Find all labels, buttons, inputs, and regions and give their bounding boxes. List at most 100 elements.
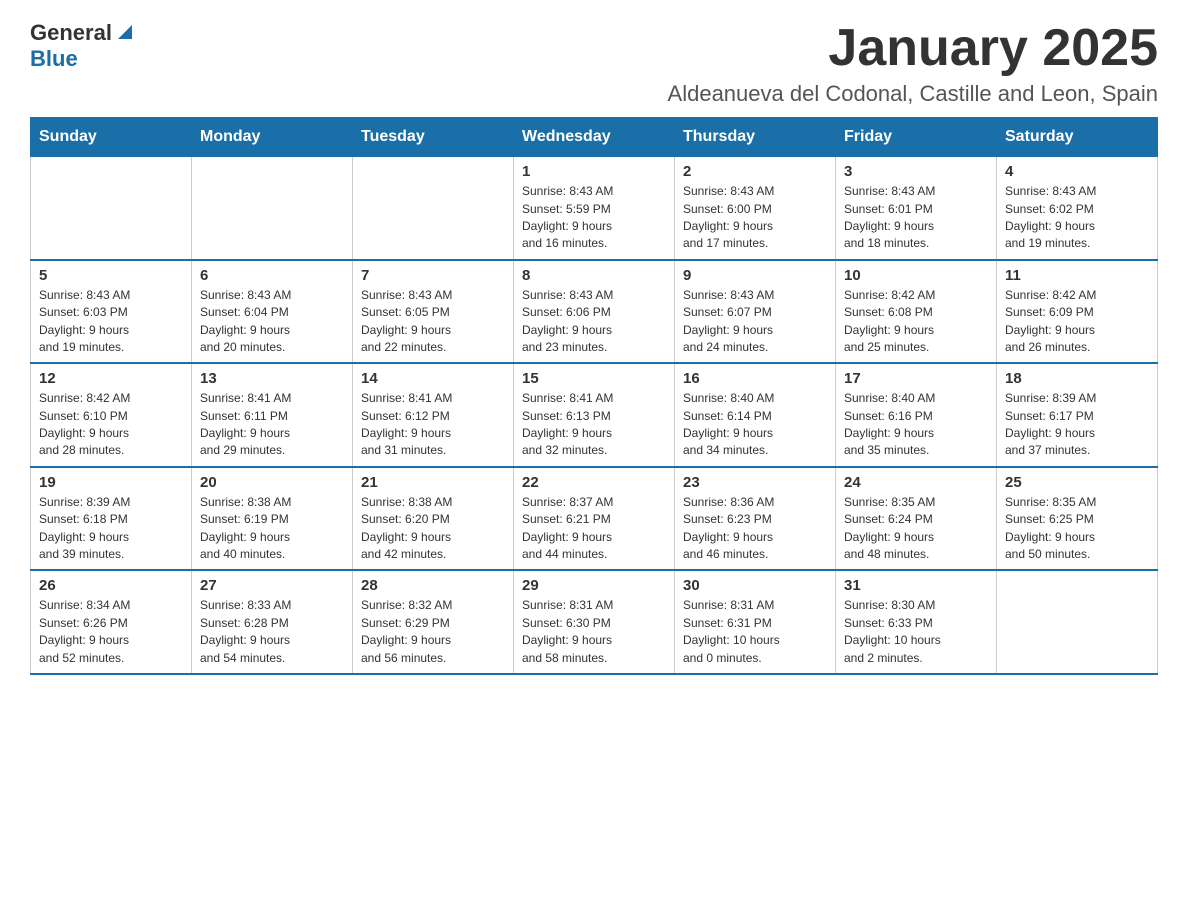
day-number: 4 <box>1005 163 1149 180</box>
calendar-cell: 5 Sunrise: 8:43 AM Sunset: 6:03 PM Daylig… <box>31 260 192 364</box>
day-info: Sunrise: 8:43 AM Sunset: 6:02 PM Dayligh… <box>1005 183 1149 253</box>
day-of-week-friday: Friday <box>836 118 997 157</box>
day-number: 30 <box>683 577 827 594</box>
day-number: 31 <box>844 577 988 594</box>
calendar-cell: 26Sunrise: 8:34 AM Sunset: 6:26 PM Dayli… <box>31 570 192 674</box>
day-number: 1 <box>522 163 666 180</box>
calendar-cell: 27 Sunrise: 8:33 AM Sunset: 6:28 PM Dayli… <box>192 570 353 674</box>
day-number: 12 <box>39 370 183 387</box>
calendar-table: SundayMondayTuesdayWednesdayThursdayFrid… <box>30 117 1158 675</box>
calendar-cell <box>192 157 353 260</box>
week-row-5: 26Sunrise: 8:34 AM Sunset: 6:26 PM Dayli… <box>31 570 1158 674</box>
day-info: Sunrise: 8:32 AM Sunset: 6:29 PM Dayligh… <box>361 597 505 667</box>
day-of-week-thursday: Thursday <box>675 118 836 157</box>
day-info: Sunrise: 8:43 AM Sunset: 6:06 PM Dayligh… <box>522 287 666 357</box>
day-number: 7 <box>361 267 505 284</box>
calendar-cell: 29 Sunrise: 8:31 AM Sunset: 6:30 PM Dayli… <box>514 570 675 674</box>
week-row-1: 1 Sunrise: 8:43 AM Sunset: 5:59 PM Daylig… <box>31 157 1158 260</box>
day-of-week-tuesday: Tuesday <box>353 118 514 157</box>
day-number: 13 <box>200 370 344 387</box>
calendar-cell: 10Sunrise: 8:42 AM Sunset: 6:08 PM Dayli… <box>836 260 997 364</box>
day-number: 21 <box>361 474 505 491</box>
day-info: Sunrise: 8:43 AM Sunset: 6:04 PM Dayligh… <box>200 287 344 357</box>
calendar-cell: 15 Sunrise: 8:41 AM Sunset: 6:13 PM Dayli… <box>514 363 675 467</box>
day-info: Sunrise: 8:33 AM Sunset: 6:28 PM Dayligh… <box>200 597 344 667</box>
day-info: Sunrise: 8:41 AM Sunset: 6:11 PM Dayligh… <box>200 390 344 460</box>
day-info: Sunrise: 8:35 AM Sunset: 6:24 PM Dayligh… <box>844 494 988 564</box>
day-info: Sunrise: 8:37 AM Sunset: 6:21 PM Dayligh… <box>522 494 666 564</box>
day-info: Sunrise: 8:42 AM Sunset: 6:10 PM Dayligh… <box>39 390 183 460</box>
logo-blue: Blue <box>30 46 78 71</box>
day-number: 9 <box>683 267 827 284</box>
day-number: 22 <box>522 474 666 491</box>
day-info: Sunrise: 8:39 AM Sunset: 6:18 PM Dayligh… <box>39 494 183 564</box>
logo: General Blue <box>30 20 136 72</box>
day-info: Sunrise: 8:42 AM Sunset: 6:08 PM Dayligh… <box>844 287 988 357</box>
logo-general: General <box>30 20 112 46</box>
day-number: 26 <box>39 577 183 594</box>
calendar-cell: 4 Sunrise: 8:43 AM Sunset: 6:02 PM Daylig… <box>997 157 1158 260</box>
calendar-title: January 2025 <box>668 20 1158 77</box>
calendar-cell: 17Sunrise: 8:40 AM Sunset: 6:16 PM Dayli… <box>836 363 997 467</box>
day-number: 16 <box>683 370 827 387</box>
calendar-cell: 1 Sunrise: 8:43 AM Sunset: 5:59 PM Daylig… <box>514 157 675 260</box>
calendar-cell: 13 Sunrise: 8:41 AM Sunset: 6:11 PM Dayli… <box>192 363 353 467</box>
calendar-cell: 22 Sunrise: 8:37 AM Sunset: 6:21 PM Dayli… <box>514 467 675 571</box>
day-info: Sunrise: 8:43 AM Sunset: 6:05 PM Dayligh… <box>361 287 505 357</box>
day-number: 24 <box>844 474 988 491</box>
calendar-body: 1 Sunrise: 8:43 AM Sunset: 5:59 PM Daylig… <box>31 157 1158 674</box>
calendar-cell: 3Sunrise: 8:43 AM Sunset: 6:01 PM Daylig… <box>836 157 997 260</box>
day-number: 18 <box>1005 370 1149 387</box>
calendar-cell: 20 Sunrise: 8:38 AM Sunset: 6:19 PM Dayli… <box>192 467 353 571</box>
calendar-cell: 21Sunrise: 8:38 AM Sunset: 6:20 PM Dayli… <box>353 467 514 571</box>
calendar-header: SundayMondayTuesdayWednesdayThursdayFrid… <box>31 118 1158 157</box>
day-number: 15 <box>522 370 666 387</box>
day-number: 11 <box>1005 267 1149 284</box>
day-number: 2 <box>683 163 827 180</box>
day-info: Sunrise: 8:43 AM Sunset: 6:00 PM Dayligh… <box>683 183 827 253</box>
day-info: Sunrise: 8:42 AM Sunset: 6:09 PM Dayligh… <box>1005 287 1149 357</box>
day-number: 5 <box>39 267 183 284</box>
day-number: 14 <box>361 370 505 387</box>
day-number: 23 <box>683 474 827 491</box>
day-info: Sunrise: 8:43 AM Sunset: 6:03 PM Dayligh… <box>39 287 183 357</box>
day-number: 29 <box>522 577 666 594</box>
week-row-4: 19 Sunrise: 8:39 AM Sunset: 6:18 PM Dayli… <box>31 467 1158 571</box>
calendar-cell <box>353 157 514 260</box>
day-info: Sunrise: 8:41 AM Sunset: 6:13 PM Dayligh… <box>522 390 666 460</box>
day-number: 27 <box>200 577 344 594</box>
day-number: 19 <box>39 474 183 491</box>
day-info: Sunrise: 8:38 AM Sunset: 6:19 PM Dayligh… <box>200 494 344 564</box>
calendar-cell: 19 Sunrise: 8:39 AM Sunset: 6:18 PM Dayli… <box>31 467 192 571</box>
day-number: 3 <box>844 163 988 180</box>
calendar-cell: 2 Sunrise: 8:43 AM Sunset: 6:00 PM Daylig… <box>675 157 836 260</box>
day-of-week-saturday: Saturday <box>997 118 1158 157</box>
day-number: 8 <box>522 267 666 284</box>
day-number: 20 <box>200 474 344 491</box>
calendar-cell: 9Sunrise: 8:43 AM Sunset: 6:07 PM Daylig… <box>675 260 836 364</box>
page-header: General Blue January 2025 Aldeanueva del… <box>30 20 1158 107</box>
day-info: Sunrise: 8:35 AM Sunset: 6:25 PM Dayligh… <box>1005 494 1149 564</box>
day-of-week-wednesday: Wednesday <box>514 118 675 157</box>
days-of-week-row: SundayMondayTuesdayWednesdayThursdayFrid… <box>31 118 1158 157</box>
day-info: Sunrise: 8:43 AM Sunset: 5:59 PM Dayligh… <box>522 183 666 253</box>
calendar-cell: 24 Sunrise: 8:35 AM Sunset: 6:24 PM Dayli… <box>836 467 997 571</box>
day-info: Sunrise: 8:31 AM Sunset: 6:31 PM Dayligh… <box>683 597 827 667</box>
week-row-3: 12 Sunrise: 8:42 AM Sunset: 6:10 PM Dayli… <box>31 363 1158 467</box>
week-row-2: 5 Sunrise: 8:43 AM Sunset: 6:03 PM Daylig… <box>31 260 1158 364</box>
day-number: 28 <box>361 577 505 594</box>
day-number: 25 <box>1005 474 1149 491</box>
calendar-cell: 30 Sunrise: 8:31 AM Sunset: 6:31 PM Dayli… <box>675 570 836 674</box>
calendar-cell: 6 Sunrise: 8:43 AM Sunset: 6:04 PM Daylig… <box>192 260 353 364</box>
day-info: Sunrise: 8:41 AM Sunset: 6:12 PM Dayligh… <box>361 390 505 460</box>
day-info: Sunrise: 8:31 AM Sunset: 6:30 PM Dayligh… <box>522 597 666 667</box>
calendar-cell: 11 Sunrise: 8:42 AM Sunset: 6:09 PM Dayli… <box>997 260 1158 364</box>
day-number: 6 <box>200 267 344 284</box>
calendar-cell: 23Sunrise: 8:36 AM Sunset: 6:23 PM Dayli… <box>675 467 836 571</box>
calendar-cell: 8 Sunrise: 8:43 AM Sunset: 6:06 PM Daylig… <box>514 260 675 364</box>
calendar-cell: 18 Sunrise: 8:39 AM Sunset: 6:17 PM Dayli… <box>997 363 1158 467</box>
calendar-cell: 14 Sunrise: 8:41 AM Sunset: 6:12 PM Dayli… <box>353 363 514 467</box>
day-info: Sunrise: 8:39 AM Sunset: 6:17 PM Dayligh… <box>1005 390 1149 460</box>
day-info: Sunrise: 8:40 AM Sunset: 6:16 PM Dayligh… <box>844 390 988 460</box>
calendar-subtitle: Aldeanueva del Codonal, Castille and Leo… <box>668 81 1158 107</box>
